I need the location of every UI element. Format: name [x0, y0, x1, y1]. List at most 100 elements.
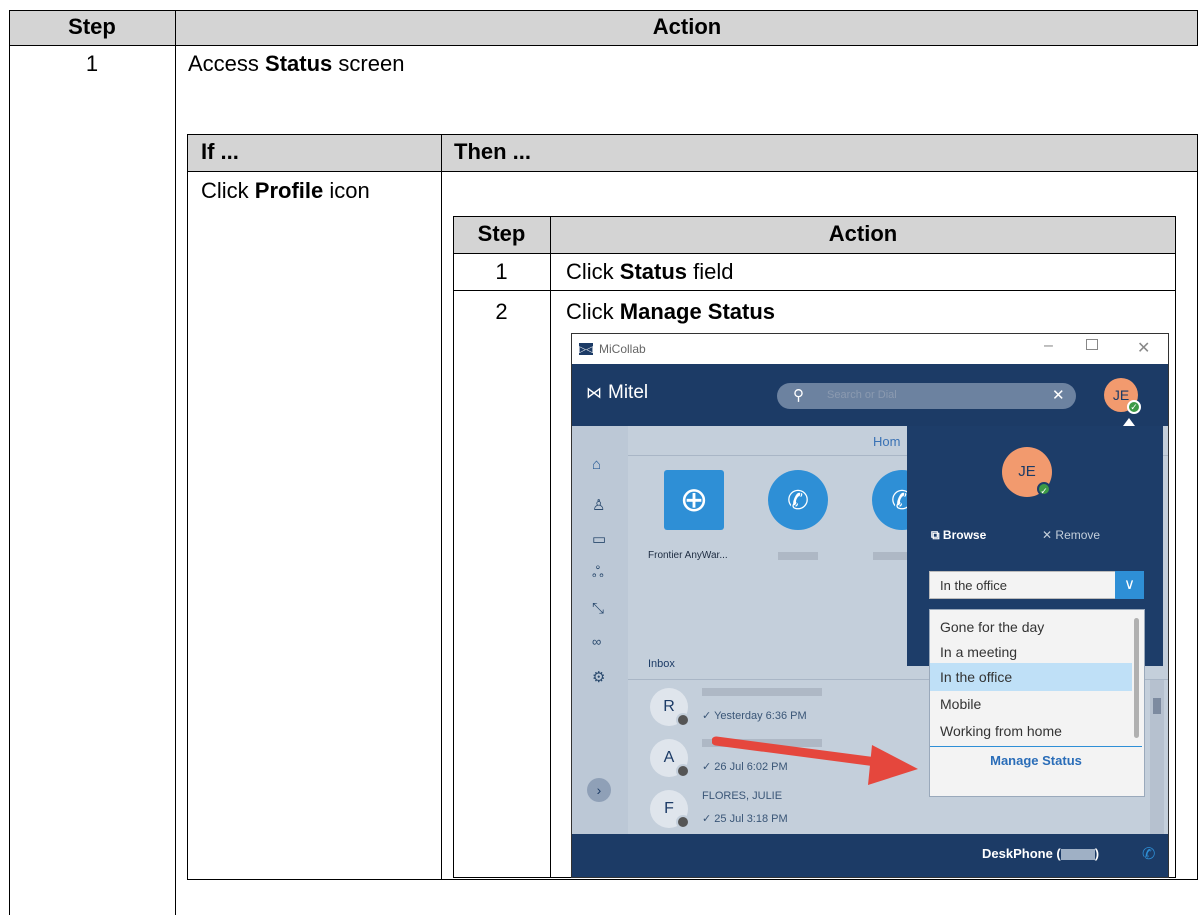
inbox-label: Inbox: [648, 658, 675, 670]
text: icon: [323, 178, 370, 203]
groups-icon[interactable]: ஃ: [592, 564, 604, 583]
clear-search-icon[interactable]: ✕: [1052, 386, 1065, 404]
ifthen-header-row: [187, 134, 1197, 171]
status-check-icon: ✓: [1127, 400, 1141, 414]
phone-tile-icon[interactable]: ✆: [768, 470, 828, 530]
presence-dot: [676, 815, 690, 829]
divider: [9, 45, 1198, 46]
browse-button[interactable]: ⧉ Browse: [931, 528, 986, 543]
divider: [453, 253, 1176, 254]
contacts-icon[interactable]: ♙: [592, 496, 605, 514]
arrow-annotation: [712, 736, 918, 785]
chat-icon[interactable]: ▭: [592, 530, 606, 548]
settings-icon[interactable]: ⚙: [592, 668, 605, 686]
text: Access: [188, 51, 266, 76]
avatar-initials: JE: [1018, 463, 1036, 480]
inner-step1-number: 1: [495, 259, 508, 284]
close-button[interactable]: ✕: [1137, 338, 1150, 358]
window-titlebar: ▷◁ MiCollab – ✕: [572, 334, 1168, 365]
dropdown-scrollbar[interactable]: [1134, 618, 1139, 738]
remove-label: Remove: [1055, 528, 1101, 542]
close-icon: ✕: [1042, 528, 1053, 542]
inner-header-step: Step: [453, 221, 550, 247]
avatar-initial: F: [664, 800, 674, 817]
maximize-button[interactable]: [1086, 339, 1098, 350]
status-check-icon: ✓: [1037, 482, 1051, 496]
time-text: 25 Jul 3:18 PM: [714, 813, 788, 825]
divider: [187, 171, 1197, 172]
redacted-label: [778, 552, 818, 560]
status-dropdown-list: Gone for the day In a meeting In the off…: [929, 609, 1145, 797]
manage-status-link[interactable]: Manage Status: [930, 753, 1142, 768]
search-icon: ⚲: [793, 387, 804, 404]
status-select[interactable]: In the office ∨: [929, 571, 1144, 599]
outer-header-step: Step: [9, 14, 175, 40]
home-tab[interactable]: Hom: [873, 434, 900, 449]
frontier-tile-icon[interactable]: ⊕: [664, 470, 724, 530]
remove-button[interactable]: ✕ Remove: [1042, 528, 1100, 542]
outer-step-number: 1: [85, 51, 99, 76]
scrollbar-thumb[interactable]: [1153, 698, 1161, 714]
phone-icon[interactable]: ✆: [1142, 844, 1155, 864]
inner-step2-action: Click Manage Status: [566, 299, 775, 325]
divider: [1175, 216, 1176, 878]
divider: [187, 134, 188, 880]
mitel-logo-icon: ⋈: [586, 385, 602, 402]
home-icon[interactable]: ⌂: [592, 456, 601, 473]
calls-icon[interactable]: ⤡: [592, 600, 604, 617]
divider: [441, 134, 442, 880]
avatar-initials: JE: [1112, 387, 1130, 403]
inner-step2-number: 2: [495, 299, 508, 324]
text: screen: [332, 51, 405, 76]
browse-icon: ⧉: [931, 528, 940, 542]
chevron-down-icon[interactable]: ∨: [1115, 571, 1144, 599]
outer-header-action: Action: [176, 14, 1198, 40]
presence-dot: [676, 764, 690, 778]
divider: [9, 10, 10, 915]
micollab-screenshot: ▷◁ MiCollab – ✕ ⋈ Mitel ⚲ Search or Dial…: [571, 333, 1169, 878]
inner-header-action: Action: [551, 221, 1175, 247]
text: Click: [566, 299, 620, 324]
manage-status-keyword: Manage Status: [619, 299, 776, 324]
inner-step1-action: Click Status field: [566, 259, 734, 285]
divider: [187, 134, 1197, 135]
inbox-time: ✓ Yesterday 6:36 PM: [702, 710, 807, 722]
brand-name: Mitel: [608, 382, 649, 403]
redacted-name: [702, 688, 822, 696]
profile-keyword: Profile: [254, 178, 324, 203]
if-condition: Click Profile icon: [201, 178, 370, 204]
arrow-head: [868, 745, 918, 785]
arrow-shaft: [712, 736, 889, 768]
search-input[interactable]: ⚲ Search or Dial ✕: [777, 383, 1076, 409]
ifthen-header-if: If ...: [201, 139, 239, 165]
divider: [930, 746, 1142, 747]
status-keyword: Status: [619, 259, 688, 284]
app-header: ⋈ Mitel ⚲ Search or Dial ✕ JE ✓: [572, 364, 1168, 426]
divider: [453, 216, 1176, 217]
browse-label: Browse: [942, 528, 987, 542]
navigation-rail: ⌂ ♙ ▭ ஃ ⤡ ∞ ⚙ ›: [572, 426, 628, 834]
time-text: Yesterday 6:36 PM: [714, 710, 807, 722]
inbox-name: FLORES, JULIE: [702, 790, 783, 802]
divider: [1197, 134, 1198, 880]
status-option[interactable]: In a meeting: [930, 638, 1132, 666]
divider: [175, 10, 176, 915]
status-option[interactable]: Working from home: [930, 717, 1132, 745]
voicemail-icon[interactable]: ∞: [592, 634, 601, 649]
divider: [187, 879, 1197, 880]
deskphone-label[interactable]: DeskPhone (): [982, 846, 1099, 861]
status-option[interactable]: Gone for the day: [930, 613, 1132, 641]
status-select-value: In the office: [940, 578, 1007, 593]
minimize-button[interactable]: –: [1044, 337, 1064, 355]
ifthen-header-then: Then ...: [454, 139, 531, 165]
status-bar: DeskPhone () ✆: [572, 834, 1168, 877]
divider: [453, 290, 1176, 291]
pointer-caret: [1123, 418, 1135, 426]
micollab-logo-icon: ▷◁: [579, 343, 593, 355]
expand-rail-button[interactable]: ›: [587, 778, 611, 802]
status-option[interactable]: Mobile: [930, 690, 1132, 718]
text: Click: [201, 178, 255, 203]
scrollbar[interactable]: [1150, 680, 1164, 834]
status-option-selected[interactable]: In the office: [930, 663, 1132, 691]
redacted-number: [1060, 849, 1095, 861]
